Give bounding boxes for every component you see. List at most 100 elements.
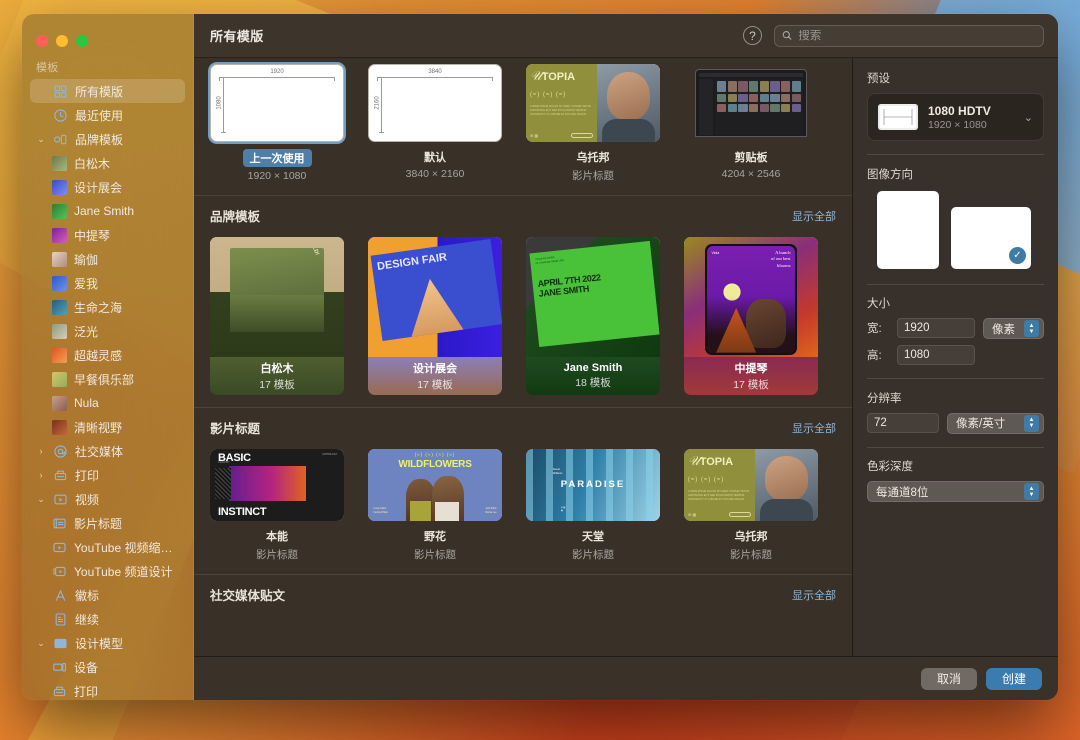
chevron-right-icon[interactable]: ›	[36, 470, 46, 480]
sidebar-item-10[interactable]: 泛光	[30, 319, 185, 343]
template-tile[interactable]: IT'S TIME TO GET WILD! 白松木 17 模板	[210, 237, 344, 395]
sidebar-item-20[interactable]: YouTube 频道设计	[30, 559, 185, 583]
show-all-link[interactable]: 显示全部	[792, 420, 836, 436]
search-field[interactable]	[774, 24, 1044, 47]
thumb-baisongmu	[52, 155, 67, 171]
template-tile[interactable]: Viola A bunch of our best blooms 中提琴 17 模板	[684, 237, 818, 395]
help-icon[interactable]: ?	[743, 26, 762, 45]
sidebar-item-label: 白松木	[74, 156, 111, 171]
template-tile[interactable]: 剪贴板 4204 × 2546	[684, 64, 818, 183]
sidebar-item-label: 视频	[75, 492, 100, 507]
sidebar-item-9[interactable]: 生命之海	[30, 295, 185, 319]
chevron-down-icon[interactable]: ⌄	[36, 494, 46, 504]
sidebar-item-18[interactable]: 影片标题	[30, 511, 185, 535]
show-all-link[interactable]: 显示全部	[792, 587, 836, 603]
cancel-button[interactable]: 取消	[920, 667, 977, 690]
divider	[867, 154, 1044, 155]
sidebar-item-24[interactable]: 设备	[30, 655, 185, 679]
preset-selector[interactable]: 1080 HDTV 1920 × 1080 ⌄	[867, 93, 1044, 141]
gallery-row-tiles: IT'S TIME TO GET WILD! 白松木 17 模板 DESIGN …	[194, 231, 852, 407]
template-subtitle: 影片标题	[572, 170, 614, 182]
traffic-lights	[22, 20, 193, 47]
chevron-right-icon[interactable]: ›	[36, 446, 46, 456]
size-unit-value: 像素	[992, 323, 1015, 336]
stepper-icon[interactable]: ▲ ▼	[1024, 320, 1039, 337]
sidebar-item-12[interactable]: 早餐俱乐部	[30, 367, 185, 391]
size-unit-select[interactable]: 像素 ▲ ▼	[983, 318, 1044, 339]
thumb-aiwo	[52, 275, 67, 291]
search-icon	[782, 31, 792, 40]
main-area: 所有模版 ? 1920 1080 上一次使用 1920 × 1	[194, 14, 1058, 700]
chevron-down-icon[interactable]: ⌄	[36, 638, 46, 648]
close-button[interactable]	[36, 35, 48, 47]
template-artwork: BASIC INSTINCT ANTHOLOGY A FILM BY	[210, 449, 344, 521]
sidebar-item-13[interactable]: Nula	[30, 391, 185, 415]
sidebar-item-17[interactable]: ⌄ 视频	[30, 487, 185, 511]
sidebar-item-23[interactable]: ⌄ 设计模型	[30, 631, 185, 655]
color-depth-select[interactable]: 每通道8位 ▲ ▼	[867, 481, 1044, 502]
gallery-row-title: 品牌模板	[210, 210, 261, 224]
sidebar-item-25[interactable]: 打印	[30, 679, 185, 700]
template-tile[interactable]: BASIC INSTINCT ANTHOLOGY A FILM BY 本能 影片…	[210, 449, 344, 562]
preset-dimensions: 1920 × 1080	[928, 118, 987, 131]
preset-name: 1080 HDTV	[928, 103, 991, 118]
template-artwork: 3840 2160	[368, 64, 502, 142]
show-all-link[interactable]: 显示全部	[792, 208, 836, 224]
sidebar-item-label: 影片标题	[74, 516, 123, 531]
gallery-row-tiles: BASIC INSTINCT ANTHOLOGY A FILM BY 本能 影片…	[194, 443, 852, 574]
sidebar-item-5[interactable]: Jane Smith	[30, 199, 185, 223]
sidebar-item-6[interactable]: 中提琴	[30, 223, 185, 247]
sidebar-item-8[interactable]: 爱我	[30, 271, 185, 295]
sidebar-item-4[interactable]: 设计展会	[30, 175, 185, 199]
width-input[interactable]: 1920	[897, 318, 975, 338]
template-tile[interactable]: 𝒰TOPIA (≈) (≈) (≈) LOREM IPSUM DOLOR SIT…	[526, 64, 660, 183]
sidebar-item-16[interactable]: › 打印	[30, 463, 185, 487]
template-tile[interactable]: Visual Art Exhibit 21 University Street U…	[526, 237, 660, 395]
template-tile[interactable]: DESIGN FAIR 设计展会 17 模板	[368, 237, 502, 395]
height-input[interactable]: 1080	[897, 345, 975, 365]
zoom-button[interactable]	[76, 35, 88, 47]
sidebar-item-22[interactable]: ›继续	[30, 607, 185, 631]
sidebar-item-2[interactable]: ⌄ 品牌模板	[30, 127, 185, 151]
template-name: 上一次使用	[210, 149, 344, 167]
sidebar-item-15[interactable]: › 社交媒体	[30, 439, 185, 463]
stepper-icon[interactable]: ▲ ▼	[1024, 414, 1039, 432]
create-button[interactable]: 创建	[985, 667, 1042, 690]
template-gallery[interactable]: 1920 1080 上一次使用 1920 × 1080 3840 2160 默认…	[194, 58, 852, 656]
sidebar-item-label: 设计展会	[74, 180, 123, 195]
sidebar-item-label: 超越灵感	[74, 348, 123, 363]
resolution-input[interactable]: 72	[867, 413, 939, 433]
resolution-unit-value: 像素/英寸	[956, 418, 1006, 430]
template-tile[interactable]: 𝒰TOPIA (≈) (≈) (≈) LOREM IPSUM DOLOR SIT…	[684, 449, 818, 562]
sidebar-item-label: 生命之海	[74, 300, 123, 315]
preset-label: 预设	[867, 73, 890, 85]
sidebar-item-0[interactable]: ›所有模版	[30, 79, 185, 103]
resolution-unit-select[interactable]: 像素/英寸 ▲ ▼	[947, 412, 1044, 434]
template-tile[interactable]: (≈) (≈) (≈) (≈) WILDFLOWERS Lucas Taylor…	[368, 449, 502, 562]
orientation-landscape-option[interactable]: ✓	[951, 206, 1031, 269]
sidebar-item-3[interactable]: 白松木	[30, 151, 185, 175]
minimize-button[interactable]	[56, 35, 68, 47]
template-tile[interactable]: 3840 2160 默认 3840 × 2160	[368, 64, 502, 183]
sidebar-item-11[interactable]: 超越灵感	[30, 343, 185, 367]
search-input[interactable]	[798, 29, 1036, 42]
sidebar-item-14[interactable]: 清晰视野	[30, 415, 185, 439]
stepper-icon[interactable]: ▲ ▼	[1024, 483, 1039, 500]
orientation-portrait-option[interactable]	[877, 190, 939, 269]
template-caption: Jane Smith 18 模板	[526, 357, 660, 395]
chevron-down-icon[interactable]: ⌄	[36, 134, 46, 144]
template-name: 乌托邦	[734, 531, 768, 543]
sidebar-item-19[interactable]: YouTube 视频缩略图	[30, 535, 185, 559]
sidebar-item-list: ›所有模版›最近使用⌄品牌模板白松木设计展会 Jane Smith中提琴瑜伽爱我生…	[22, 79, 193, 700]
template-subtitle: 4204 × 2546	[721, 168, 781, 180]
sidebar-item-7[interactable]: 瑜伽	[30, 247, 185, 271]
template-artwork: (≈) (≈) (≈) (≈) WILDFLOWERS Lucas Taylor…	[368, 449, 502, 521]
youtube-channel-icon	[52, 564, 67, 579]
template-tile[interactable]: 1920 1080 上一次使用 1920 × 1080	[210, 64, 344, 183]
template-caption: 白松木 17 模板	[210, 357, 344, 395]
template-tile[interactable]: PARADISE Sweet Williams ⊞ ▩ ▣ 天堂 影片标题	[526, 449, 660, 562]
check-icon: ✓	[1009, 246, 1026, 264]
last-used-badge: 上一次使用	[242, 149, 312, 167]
sidebar-item-1[interactable]: ›最近使用	[30, 103, 185, 127]
sidebar-item-21[interactable]: ›徽标	[30, 583, 185, 607]
